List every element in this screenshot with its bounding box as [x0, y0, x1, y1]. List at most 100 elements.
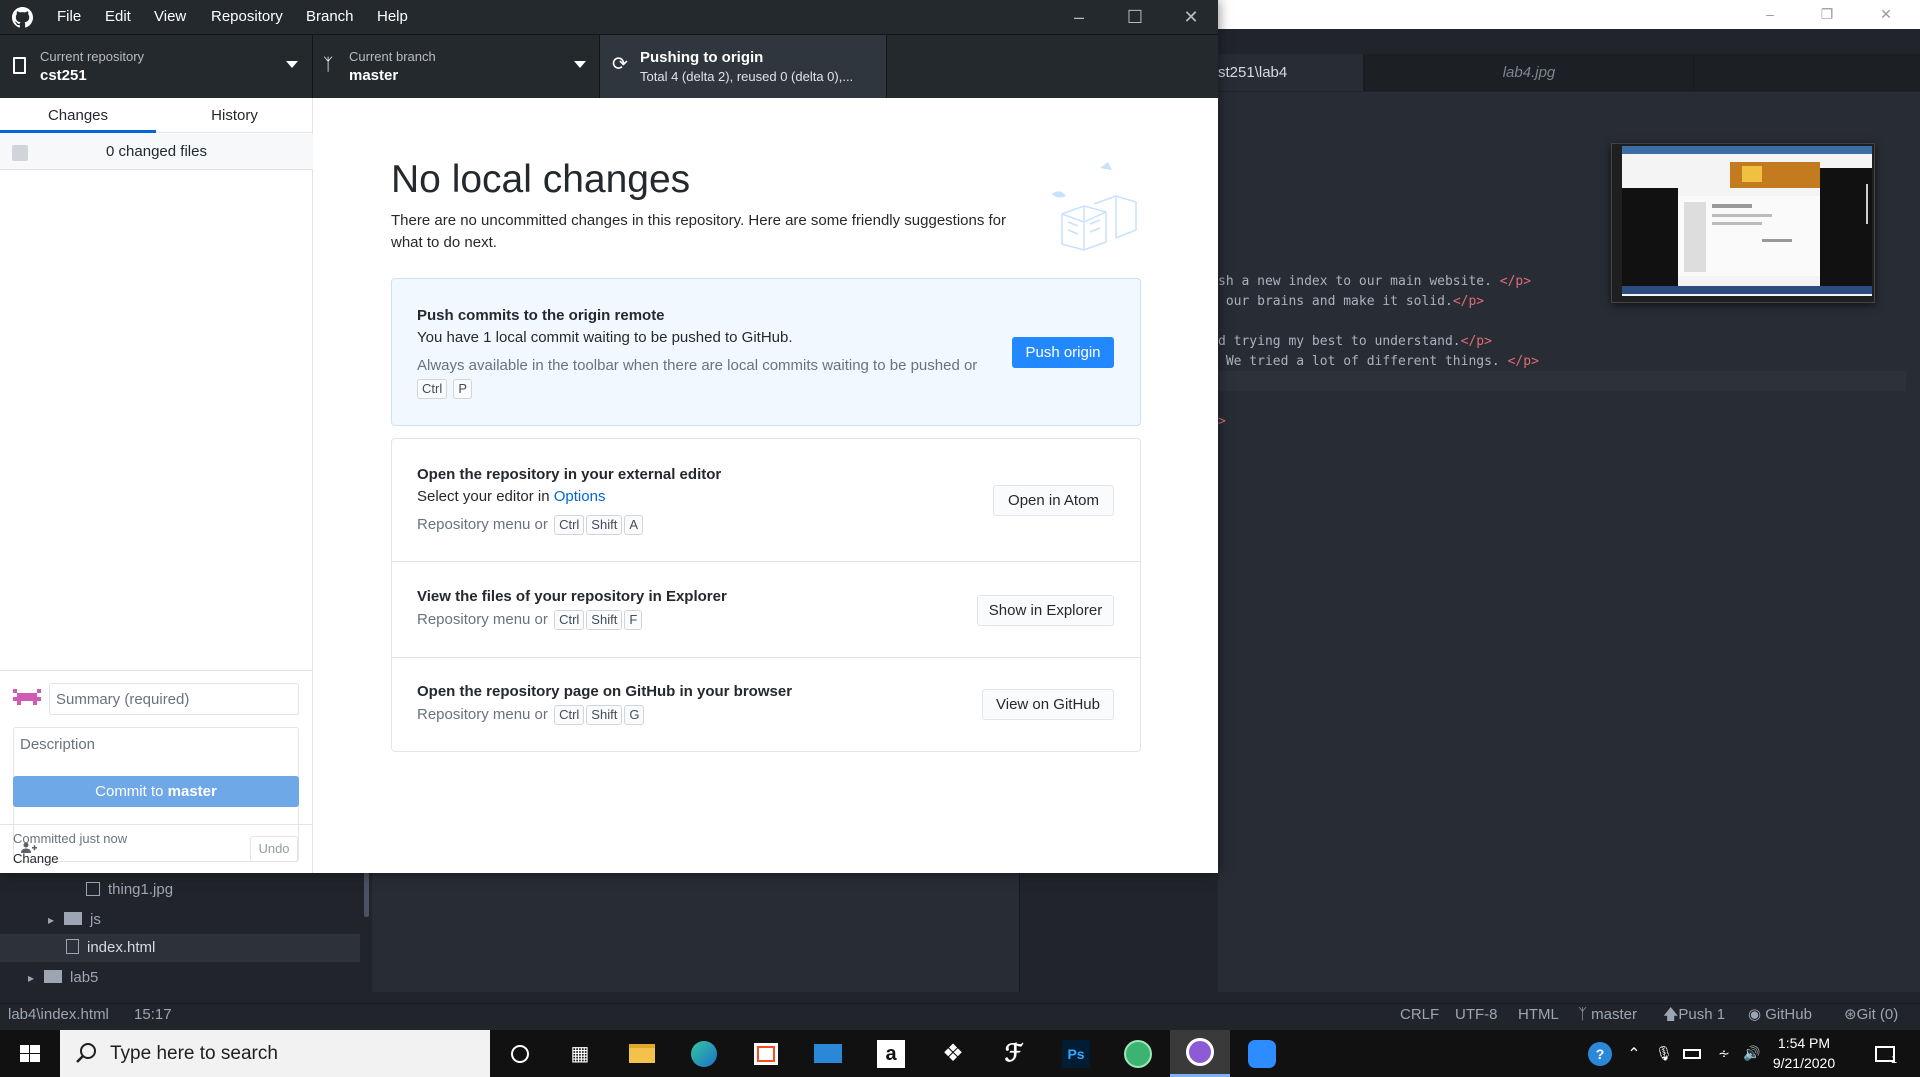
key-ctrl: Ctrl [554, 515, 585, 535]
tree-item-thing1[interactable]: thing1.jpg [86, 876, 173, 904]
atom-restore-button[interactable]: ❐ [1804, 0, 1850, 29]
repo-icon [13, 57, 26, 74]
menu-branch[interactable]: Branch [306, 0, 354, 34]
cortana-button[interactable] [490, 1030, 550, 1077]
tree-item-lab5[interactable]: ▸ lab5 [28, 964, 98, 992]
mail-icon [814, 1044, 842, 1063]
key-ctrl: Ctrl [554, 610, 585, 630]
view-on-github-card: Open the repository page on GitHub in yo… [391, 657, 1141, 752]
push-origin-toolbar-button[interactable]: ⟳ Pushing to origin Total 4 (delta 2), r… [600, 35, 887, 99]
atom-secondary-pane [372, 872, 1020, 992]
editor-card-text: Select your editor in Options [417, 488, 606, 505]
key-ctrl: Ctrl [417, 379, 448, 399]
mail-taskbar[interactable] [798, 1030, 858, 1077]
start-button[interactable] [0, 1030, 60, 1077]
open-in-atom-button[interactable]: Open in Atom [993, 485, 1114, 516]
show-hidden-icons[interactable]: ⌃ [1622, 1030, 1646, 1077]
tab-history[interactable]: History [156, 98, 313, 133]
edge-taskbar[interactable] [674, 1030, 734, 1077]
github-card-hint: Repository menu or Ctrl Shift G [417, 705, 645, 725]
microphone-tray[interactable]: 🎙 [1652, 1030, 1676, 1077]
volume-icon: 🔊 [1743, 1045, 1761, 1061]
code-line: We tried a lot of different things. </p> [1218, 354, 1539, 369]
page-description: There are no uncommitted changes in this… [391, 212, 1007, 251]
photoshop-taskbar[interactable]: Ps [1046, 1030, 1106, 1077]
ghd-minimize-button[interactable]: – [1051, 0, 1107, 34]
task-view-button[interactable]: ▦ [550, 1030, 610, 1077]
branch-value: master [349, 67, 399, 84]
taskbar-search-box[interactable]: Type here to search [60, 1030, 490, 1077]
dropbox-taskbar[interactable]: ❖ [923, 1030, 983, 1077]
status-file-path[interactable]: lab4\index.html [8, 1004, 109, 1026]
key-g: G [624, 705, 645, 725]
ghd-close-button[interactable]: ✕ [1163, 0, 1219, 34]
options-link[interactable]: Options [554, 488, 606, 505]
current-branch-dropdown[interactable]: ᛉ Current branch master [313, 35, 600, 99]
menu-help[interactable]: Help [377, 0, 408, 34]
status-encoding[interactable]: UTF-8 [1455, 1004, 1498, 1026]
status-grammar[interactable]: HTML [1518, 1004, 1559, 1026]
windows-taskbar: Type here to search ▦ a ❖ ℱ Ps ? ⌃ 🎙 ∻ 🔊… [0, 1030, 1920, 1077]
microphone-icon: 🎙 [1655, 1045, 1673, 1061]
atom-taskbar[interactable] [1108, 1030, 1168, 1077]
push-origin-button[interactable]: Push origin [1012, 337, 1114, 368]
show-in-explorer-button[interactable]: Show in Explorer [977, 595, 1114, 626]
zoom-taskbar[interactable] [1232, 1030, 1292, 1077]
menu-repository[interactable]: Repository [211, 0, 283, 34]
status-git[interactable]: ⊛Git (0) [1844, 1004, 1898, 1026]
atom-tab-index[interactable]: st251\lab4 [1218, 54, 1363, 91]
github-desktop-icon [1186, 1038, 1214, 1066]
view-on-github-button[interactable]: View on GitHub [982, 689, 1114, 720]
network-tray[interactable]: ∻ [1712, 1030, 1736, 1077]
store-taskbar[interactable] [736, 1030, 796, 1077]
system-clock[interactable]: 1:54 PM 9/21/2020 [1762, 1030, 1846, 1077]
undo-button[interactable]: Undo [250, 836, 298, 862]
edge-icon [691, 1040, 717, 1067]
status-github[interactable]: ◉ GitHub [1748, 1004, 1812, 1026]
summary-input[interactable] [49, 683, 299, 715]
clock-time: 1:54 PM [1777, 1035, 1831, 1051]
atom-close-button[interactable]: ✕ [1863, 0, 1909, 29]
commit-button-branch: master [167, 783, 217, 800]
status-push[interactable]: 🡅Push 1 [1663, 1004, 1725, 1026]
status-line-ending[interactable]: CRLF [1400, 1004, 1439, 1026]
ghd-titlebar: File Edit View Repository Branch Help – … [0, 0, 1218, 34]
battery-icon [1683, 1048, 1701, 1059]
commit-button[interactable]: Commit to master [13, 776, 299, 807]
github-desktop-taskbar[interactable] [1170, 1030, 1230, 1077]
ghd-maximize-button[interactable]: ☐ [1107, 0, 1163, 34]
wifi-icon: ∻ [1718, 1045, 1730, 1061]
action-center-button[interactable]: 1 [1866, 1030, 1906, 1077]
explorer-card-hint: Repository menu or Ctrl Shift F [417, 610, 643, 630]
tree-scrollbar[interactable] [364, 872, 369, 917]
push-title: Pushing to origin [640, 49, 764, 66]
atom-minimize-button[interactable]: – [1747, 0, 1793, 29]
battery-tray[interactable] [1680, 1030, 1704, 1077]
status-branch[interactable]: ᛉ master [1578, 1004, 1637, 1026]
atom-tab-lab4-jpg[interactable]: lab4.jpg [1364, 54, 1694, 91]
tree-item-index-html[interactable]: index.html [0, 934, 360, 962]
repo-label: Current repository [40, 49, 145, 64]
task-view-icon: ▦ [570, 1043, 590, 1065]
github-card-title: Open the repository page on GitHub in yo… [417, 683, 793, 700]
file-explorer-taskbar[interactable] [612, 1030, 672, 1077]
atom-status-bar: lab4\index.html 15:17 CRLF UTF-8 HTML ᛉ … [0, 1003, 1920, 1025]
sublime-taskbar[interactable]: ℱ [984, 1030, 1044, 1077]
commit-button-prefix: Commit to [95, 783, 168, 800]
atom-icon [1124, 1039, 1152, 1068]
status-cursor-position[interactable]: 15:17 [134, 1004, 172, 1026]
menu-edit[interactable]: Edit [105, 0, 131, 34]
atom-titlebar: – ❐ ✕ [1218, 0, 1920, 29]
volume-tray[interactable]: 🔊 [1740, 1030, 1764, 1077]
search-icon [76, 1042, 98, 1067]
menu-view[interactable]: View [154, 0, 186, 34]
amazon-taskbar[interactable]: a [861, 1030, 921, 1077]
menu-file[interactable]: File [57, 0, 81, 34]
tab-changes[interactable]: Changes [0, 98, 156, 133]
branch-label: Current branch [349, 49, 436, 64]
push-card-title: Push commits to the origin remote [417, 307, 665, 324]
push-card-hint: Always available in the toolbar when the… [417, 357, 978, 374]
current-repository-dropdown[interactable]: Current repository cst251 [0, 35, 313, 99]
tree-item-js[interactable]: ▸ js [48, 906, 101, 934]
help-tray-icon[interactable]: ? [1585, 1030, 1615, 1077]
